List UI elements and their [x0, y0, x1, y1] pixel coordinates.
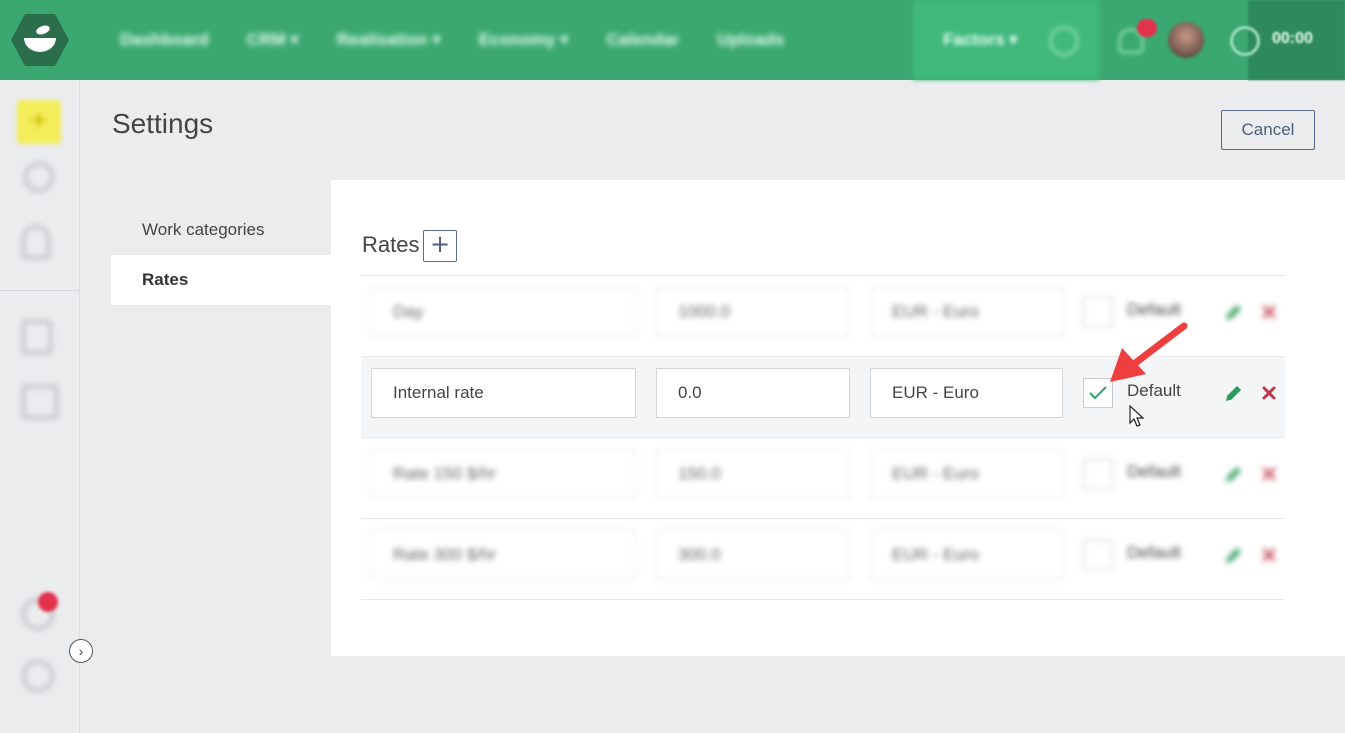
- search-icon[interactable]: [24, 162, 54, 192]
- factors-menu[interactable]: Factors ▾: [913, 0, 1099, 80]
- mouse-cursor-icon: [1129, 405, 1145, 427]
- subnav-item-rates[interactable]: Rates: [111, 255, 331, 305]
- currency-select[interactable]: EUR - Euro: [870, 287, 1063, 337]
- nav-crm[interactable]: CRM ▾: [247, 30, 299, 50]
- default-checkbox[interactable]: [1083, 540, 1113, 570]
- rates-heading: Rates: [362, 232, 420, 257]
- rates-panel: Rates + Day 1000.0 EUR - Euro Default In…: [331, 180, 1345, 656]
- add-rate-button[interactable]: +: [423, 230, 457, 262]
- documents-icon[interactable]: [22, 320, 52, 354]
- help-icon[interactable]: [22, 660, 54, 692]
- contacts-icon[interactable]: [22, 225, 50, 259]
- rate-name-input[interactable]: Day: [371, 287, 636, 337]
- table-row: Rate 150 $/hr 150.0 EUR - Euro Default: [361, 438, 1285, 519]
- edit-pencil-icon[interactable]: [1224, 383, 1244, 403]
- nav-uploads[interactable]: Uploads: [717, 30, 784, 50]
- edit-pencil-icon[interactable]: [1224, 464, 1244, 484]
- rate-name-input[interactable]: Rate 300 $/hr: [371, 530, 636, 580]
- sidebar-divider: [0, 290, 80, 291]
- expand-sidebar-chevron-icon[interactable]: ›: [69, 639, 93, 663]
- nav-calendar[interactable]: Calendar: [607, 30, 680, 50]
- delete-x-icon[interactable]: [1259, 302, 1279, 322]
- nav-dashboard[interactable]: Dashboard: [120, 30, 209, 50]
- reports-icon[interactable]: [22, 385, 58, 419]
- currency-select[interactable]: EUR - Euro: [870, 449, 1063, 499]
- factors-label: Factors ▾: [943, 30, 1018, 49]
- quick-add-icon[interactable]: [17, 100, 61, 144]
- time-tracker[interactable]: 00:00: [1230, 0, 1345, 80]
- delete-x-icon[interactable]: [1259, 464, 1279, 484]
- page-title: Settings: [112, 108, 214, 139]
- left-sidebar: [0, 80, 80, 733]
- timer-value: 00:00: [1272, 30, 1313, 47]
- default-label: Default: [1127, 462, 1181, 481]
- edit-pencil-icon[interactable]: [1224, 302, 1244, 322]
- top-navbar: Dashboard CRM ▾ Realisation ▾ Economy ▾ …: [0, 0, 1345, 80]
- default-label: Default: [1127, 543, 1181, 562]
- rate-value-input[interactable]: 150.0: [656, 449, 850, 499]
- table-row: Rate 300 $/hr 300.0 EUR - Euro Default: [361, 519, 1285, 600]
- app-logo-icon[interactable]: [10, 12, 70, 68]
- settings-gear-icon[interactable]: [1049, 26, 1079, 56]
- rate-name-input[interactable]: Internal rate: [371, 368, 636, 418]
- chat-badge: [38, 592, 58, 612]
- notification-badge: [1137, 19, 1157, 37]
- annotation-arrow-icon: [1110, 322, 1188, 382]
- settings-subnav: Work categories Rates: [111, 205, 331, 305]
- subnav-item-work-categories[interactable]: Work categories: [111, 205, 331, 255]
- rate-value-input[interactable]: 300.0: [656, 530, 850, 580]
- default-checkbox[interactable]: [1083, 459, 1113, 489]
- main-nav: Dashboard CRM ▾ Realisation ▾ Economy ▾ …: [120, 0, 784, 80]
- nav-realisation[interactable]: Realisation ▾: [337, 30, 441, 50]
- rate-value-input[interactable]: 1000.0: [656, 287, 850, 337]
- edit-pencil-icon[interactable]: [1224, 545, 1244, 565]
- delete-x-icon[interactable]: [1259, 545, 1279, 565]
- stopwatch-icon: [1230, 26, 1260, 56]
- delete-x-icon[interactable]: [1259, 383, 1279, 403]
- currency-select[interactable]: EUR - Euro: [870, 530, 1063, 580]
- rate-value-input[interactable]: 0.0: [656, 368, 850, 418]
- default-label: Default: [1127, 300, 1181, 319]
- rate-name-input[interactable]: Rate 150 $/hr: [371, 449, 636, 499]
- user-avatar[interactable]: [1168, 22, 1204, 58]
- nav-economy[interactable]: Economy ▾: [479, 30, 569, 50]
- currency-select[interactable]: EUR - Euro: [870, 368, 1063, 418]
- cancel-button[interactable]: Cancel: [1221, 110, 1315, 150]
